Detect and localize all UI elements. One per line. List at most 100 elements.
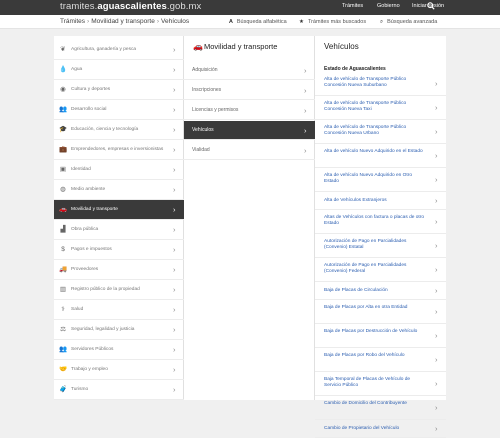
procedure-link[interactable]: Alta de Vehículos Extranjeros (324, 198, 426, 204)
category-item-seguridad-legalidad-y-justicia[interactable]: ⚖ Seguridad, legalidad y justicia › (54, 320, 184, 340)
procedure-item[interactable]: Autorización de Pago en Parcialidades (C… (315, 258, 446, 282)
site-logo[interactable]: tramites.aguascalientes.gob.mx (60, 1, 201, 12)
chevron-right-icon: › (173, 345, 176, 354)
chevron-right-icon: › (435, 127, 438, 136)
procedure-item[interactable]: Baja Temporal de Placas de Vehículo de S… (315, 372, 446, 396)
popular-procedures-link[interactable]: ★ Trámites más buscados (299, 19, 366, 25)
procedure-item[interactable]: Alta de vehículo Nuevo Adquirido en Otro… (315, 168, 446, 192)
subcategory-item-vialidad[interactable]: Vialidad › (184, 141, 315, 160)
popular-procedures-label: Trámites más buscados (307, 19, 367, 25)
procedure-link[interactable]: Alta de vehículo de Transporte Público C… (324, 125, 426, 137)
car-icon: 🚗 (193, 42, 203, 51)
category-item-agua[interactable]: 💧 Agua › (54, 60, 184, 80)
chevron-right-icon: › (435, 196, 438, 205)
procedure-link[interactable]: Baja Temporal de Placas de Vehículo de S… (324, 377, 426, 389)
category-item-salud[interactable]: ⚕ Salud › (54, 300, 184, 320)
category-item-servidores-publicos[interactable]: 👥 Servidores Públicos › (54, 340, 184, 360)
procedure-link[interactable]: Autorización de Pago en Parcialidades (C… (324, 239, 426, 251)
procedure-link[interactable]: Baja de Placas de Circulación (324, 288, 426, 294)
category-item-educacion-ciencia-y-tecnologia[interactable]: 🎓 Educación, ciencia y tecnología › (54, 120, 184, 140)
procedure-item[interactable]: Baja de Placas de Circulación › (315, 282, 446, 300)
search-icon[interactable] (427, 2, 435, 10)
breadcrumb-item-tramites[interactable]: Trámites (60, 18, 85, 25)
breadcrumb-item-movilidad[interactable]: Movilidad y transporte (91, 18, 155, 25)
breadcrumb-separator: › (156, 18, 159, 25)
procedure-item[interactable]: Alta de vehículo de Transporte Público C… (315, 96, 446, 120)
chevron-right-icon: › (435, 355, 438, 364)
procedure-item[interactable]: Baja de Placas por Destrucción de Vehícu… (315, 324, 446, 348)
logo-prefix: tramites. (60, 1, 98, 12)
chevron-right-icon: › (435, 307, 438, 316)
subcategory-label: Vialidad (192, 147, 210, 153)
star-icon: ★ (299, 19, 304, 25)
advanced-search-link[interactable]: ⌕ Búsqueda avanzada (380, 19, 437, 26)
breadcrumb: Trámites › Movilidad y transporte › Vehículo… (60, 18, 189, 25)
chevron-right-icon: › (173, 85, 176, 94)
procedure-link[interactable]: Alta de vehículo de Transporte Público C… (324, 101, 426, 113)
category-item-emprendedores-empresas-e-inversionistas[interactable]: 💼 Emprendedores, empresas e inversionista… (54, 140, 184, 160)
category-item-registro-publico-de-la-propiedad[interactable]: ▥ Registro público de la propiedad › (54, 280, 184, 300)
subcategory-label: Licencias y permisos (192, 107, 239, 113)
procedure-link[interactable]: Autorización de Pago en Parcialidades (C… (324, 263, 426, 275)
procedure-item[interactable]: Cambio de Propietario del Vehículo › (315, 420, 446, 438)
chevron-right-icon: › (173, 245, 176, 254)
category-item-pagos-e-impuestos[interactable]: $ Pagos e impuestos › (54, 240, 184, 260)
procedure-link[interactable]: Alta de vehículo de Transporte Público C… (324, 77, 426, 89)
main-content: ❦ Agricultura, ganadería y pesca › 💧 Agua › ◉ C… (54, 36, 446, 438)
alphabetical-search-link[interactable]: 𝐀 Búsqueda alfabética (229, 19, 287, 26)
chevron-right-icon: › (173, 365, 176, 374)
procedure-link[interactable]: Alta de vehículo Nuevo Adquirido en el E… (324, 149, 426, 155)
procedure-link[interactable]: Cambio de Domicilio del Contribuyente (324, 401, 426, 407)
chevron-right-icon: › (304, 86, 307, 95)
logo-suffix: .gob.mx (166, 1, 202, 12)
procedure-link[interactable]: Alta de vehículo Nuevo Adquirido en Otro… (324, 173, 426, 185)
subcategory-label: Adquisición (192, 67, 218, 73)
procedure-item[interactable]: Alta de vehículo Nuevo Adquirido en el E… (315, 144, 446, 168)
subcategory-item-vehiculos[interactable]: Vehículos › (184, 121, 315, 140)
category-label: Desarrollo social (71, 107, 107, 112)
subcategory-item-licencias-y-permisos[interactable]: Licencias y permisos › (184, 101, 315, 120)
procedure-item[interactable]: Alta de vehículo de Transporte Público C… (315, 72, 446, 96)
graduation-cap-icon: 🎓 (59, 126, 68, 133)
category-item-medio-ambiente[interactable]: ◍ Medio ambiente › (54, 180, 184, 200)
advanced-search-label: Búsqueda avanzada (387, 19, 438, 25)
subcategory-item-adquisicion[interactable]: Adquisición › (184, 61, 315, 80)
category-item-movilidad-y-transporte[interactable]: 🚗 Movilidad y transporte › (54, 200, 184, 220)
subcategory-title: Movilidad y transporte (204, 42, 278, 51)
procedures-title: Vehículos (324, 42, 359, 51)
procedure-item[interactable]: Altas de Vehículos con factura o placas … (315, 210, 446, 234)
chevron-right-icon: › (435, 151, 438, 160)
category-item-turismo[interactable]: 🧳 Turismo › (54, 380, 184, 400)
procedure-item[interactable]: Baja de Placas por Robo del Vehículo › (315, 348, 446, 372)
handshake-icon: 🤝 (59, 366, 68, 373)
category-item-obra-publica[interactable]: ▟ Obra pública › (54, 220, 184, 240)
breadcrumb-item-vehiculos[interactable]: Vehículos (161, 18, 189, 25)
chevron-right-icon: › (435, 265, 438, 274)
procedure-link[interactable]: Baja de Placas por Robo del Vehículo (324, 353, 426, 359)
subcategory-item-inscripciones[interactable]: Inscripciones › (184, 81, 315, 100)
chevron-right-icon: › (173, 325, 176, 334)
category-item-agricultura-ganaderia-y-pesca[interactable]: ❦ Agricultura, ganadería y pesca › (54, 40, 184, 60)
category-label: Medio ambiente (71, 187, 106, 192)
category-list: ❦ Agricultura, ganadería y pesca › 💧 Agua › ◉ C… (54, 36, 184, 400)
procedure-link[interactable]: Altas de Vehículos con factura o placas … (324, 215, 426, 227)
procedure-link[interactable]: Baja de Placas por Alta en otra Entidad (324, 305, 426, 311)
procedure-link[interactable]: Baja de Placas por Destrucción de Vehícu… (324, 329, 426, 335)
procedure-item[interactable]: Alta de Vehículos Extranjeros › (315, 192, 446, 210)
procedure-item[interactable]: Autorización de Pago en Parcialidades (C… (315, 234, 446, 258)
nav-tramites[interactable]: Trámites (342, 3, 363, 9)
nav-gobierno[interactable]: Gobierno (377, 3, 400, 9)
procedures-panel: Vehículos Estado de Aguascalientes Alta … (315, 36, 446, 438)
chevron-right-icon: › (435, 241, 438, 250)
procedure-link[interactable]: Cambio de Propietario del Vehículo (324, 426, 426, 432)
chevron-right-icon: › (435, 175, 438, 184)
category-item-desarrollo-social[interactable]: 👥 Desarrollo social › (54, 100, 184, 120)
category-item-trabajo-y-empleo[interactable]: 🤝 Trabajo y empleo › (54, 360, 184, 380)
truck-icon: 🚚 (59, 266, 68, 273)
category-item-proveedores[interactable]: 🚚 Proveedores › (54, 260, 184, 280)
category-item-identidad[interactable]: ▣ Identidad › (54, 160, 184, 180)
procedure-item[interactable]: Alta de vehículo de Transporte Público C… (315, 120, 446, 144)
procedure-item[interactable]: Baja de Placas por Alta en otra Entidad › (315, 300, 446, 324)
category-item-cultura-y-deportes[interactable]: ◉ Cultura y deportes › (54, 80, 184, 100)
chevron-right-icon: › (435, 286, 438, 295)
